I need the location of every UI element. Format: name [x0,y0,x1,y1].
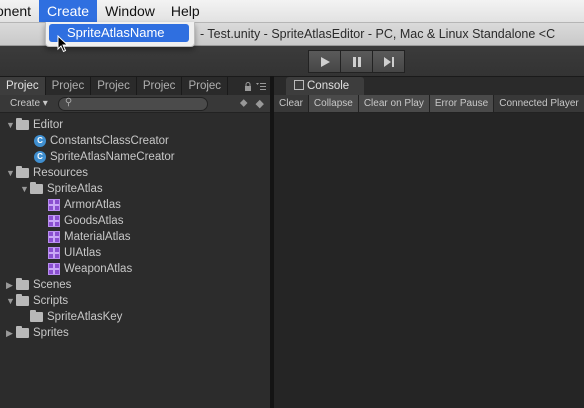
lock-icon[interactable] [244,81,252,91]
tree-label: GoodsAtlas [64,215,124,227]
folder-icon [30,182,43,194]
expand-arrow-icon[interactable]: ▼ [6,293,16,309]
menu-component[interactable]: onent [0,0,39,22]
tree-item-constantsclasscreator[interactable]: C ConstantsClassCreator [34,133,169,149]
panel-menu-icon[interactable] [256,82,266,90]
expand-arrow-icon[interactable]: ▼ [20,181,30,197]
play-button[interactable] [308,50,341,73]
tab-controls [244,77,270,95]
tree-label: SpriteAtlas [47,183,103,195]
project-tree: ▼ Editor C ConstantsClassCreator C Sprit… [0,113,270,408]
play-icon [320,56,330,67]
project-toolbar: Create ▾ ⚲ ⬥ ◆ [0,95,270,113]
collapse-toggle[interactable]: Collapse [308,95,359,112]
tree-item-uiatlas[interactable]: UIAtlas [48,245,101,261]
tree-label: ConstantsClassCreator [50,135,169,147]
tree-label: WeaponAtlas [64,263,133,275]
unity-toolbar [0,46,584,77]
tab-console[interactable]: Console [286,77,364,95]
sprite-atlas-icon [48,199,60,211]
tree-item-goodsatlas[interactable]: GoodsAtlas [48,213,123,229]
filter-by-label-icon[interactable]: ◆ [256,97,264,110]
tree-item-scenes[interactable]: ▶ Scenes [6,277,71,293]
mouse-cursor-icon [57,35,69,53]
folder-icon [16,166,29,178]
csharp-script-icon: C [34,151,46,163]
step-icon [383,56,394,67]
tree-label: MaterialAtlas [64,231,131,243]
window-title: - Test.unity - SpriteAtlasEditor - PC, M… [200,27,556,41]
folder-icon [16,278,29,290]
create-button-label: Create [10,97,41,109]
folder-icon [16,326,29,338]
tree-item-editor[interactable]: ▼ Editor [6,117,63,133]
folder-icon [16,118,29,130]
console-tab-bar: Console [274,77,584,95]
menu-bar: onent Create Window Help [0,0,584,23]
clear-on-play-toggle[interactable]: Clear on Play [358,95,430,112]
tree-item-materialatlas[interactable]: MaterialAtlas [48,229,130,245]
pause-icon [352,56,361,67]
collapse-arrow-icon[interactable]: ▶ [6,325,16,341]
menu-help[interactable]: Help [163,0,208,22]
tree-item-scripts[interactable]: ▼ Scripts [6,293,68,309]
tree-label: Scripts [33,295,69,307]
console-toolbar: Clear Collapse Clear on Play Error Pause… [274,95,584,113]
tab-project-4[interactable]: Projec [137,77,183,95]
sprite-atlas-icon [48,231,60,243]
sprite-atlas-icon [48,247,60,259]
console-log-area[interactable] [274,113,584,408]
console-tab-label: Console [307,80,350,92]
tab-project-2[interactable]: Projec [46,77,92,95]
project-tab-bar: Projec Projec Projec Projec Projec [0,77,270,95]
menu-create[interactable]: Create [39,0,98,22]
tree-item-armoratlas[interactable]: ArmorAtlas [48,197,121,213]
tree-item-weaponatlas[interactable]: WeaponAtlas [48,261,132,277]
step-button[interactable] [373,50,405,73]
tree-label: Sprites [33,327,69,339]
search-icon: ⚲ [64,96,73,108]
tree-label: Resources [33,167,88,179]
tree-label: Scenes [33,279,72,291]
tree-label: SpriteAtlasNameCreator [50,151,175,163]
expand-arrow-icon[interactable]: ▼ [6,117,16,133]
tree-label: Editor [33,119,64,131]
create-button[interactable]: Create ▾ [4,97,54,111]
clear-button[interactable]: Clear [274,95,309,112]
tree-item-sprites[interactable]: ▶ Sprites [6,325,69,341]
tree-item-spriteatlaskey[interactable]: SpriteAtlasKey [30,309,122,325]
tab-project-5[interactable]: Projec [182,77,229,95]
filter-by-type-icon[interactable]: ⬥ [240,97,248,110]
pause-button[interactable] [341,50,373,73]
sprite-atlas-icon [48,263,60,275]
menu-window[interactable]: Window [97,0,163,22]
tree-item-resources[interactable]: ▼ Resources [6,165,88,181]
playback-controls [308,50,405,73]
tree-label: SpriteAtlasKey [47,311,123,323]
connected-player-dropdown[interactable]: Connected Player [494,95,584,112]
tree-item-spriteatlas[interactable]: ▼ SpriteAtlas [20,181,103,197]
tab-project-3[interactable]: Projec [91,77,137,95]
project-search-input[interactable]: ⚲ [57,96,208,111]
folder-icon [16,294,29,306]
tab-project-1[interactable]: Projec [0,77,46,95]
error-pause-toggle[interactable]: Error Pause [429,95,495,112]
expand-arrow-icon[interactable]: ▼ [6,165,16,181]
sprite-atlas-icon [48,215,60,227]
menu-item-spriteatlasname[interactable]: SpriteAtlasName [49,24,189,42]
console-icon [294,80,304,90]
tree-item-spriteatlasnamecreator[interactable]: C SpriteAtlasNameCreator [34,149,175,165]
project-tool-icons: ⬥ ◆ [240,97,264,110]
collapse-arrow-icon[interactable]: ▶ [6,277,16,293]
folder-icon [30,310,43,322]
tree-label: ArmorAtlas [64,199,121,211]
csharp-script-icon: C [34,135,46,147]
tree-label: UIAtlas [64,247,102,259]
